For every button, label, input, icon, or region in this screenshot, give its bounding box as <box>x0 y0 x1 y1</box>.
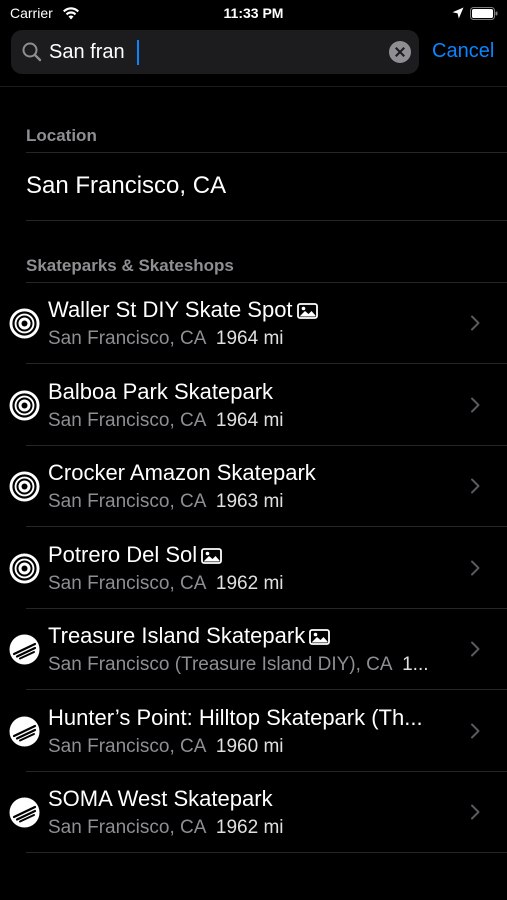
skatepark-city: San Francisco, CA <box>48 817 207 838</box>
skatepark-title-text: Hunter’s Point: Hilltop Skatepark (Th... <box>48 704 423 730</box>
location-arrow-icon <box>452 7 464 19</box>
skatepark-bowl-icon <box>8 389 41 422</box>
chevron-right-icon <box>471 560 480 575</box>
skatepark-title: Crocker Amazon Skatepark <box>48 460 453 486</box>
section-header-skateparks: Skateparks & Skateshops <box>26 256 234 275</box>
clear-search-button[interactable] <box>389 41 411 63</box>
chevron-right-icon <box>471 478 480 494</box>
skatepark-title-text: SOMA West Skatepark <box>48 786 273 811</box>
skatepark-row[interactable]: Balboa Park Skatepark San Francisco, CA 1… <box>0 365 507 446</box>
location-result-label: San Francisco, CA <box>26 172 227 199</box>
chevron-right-icon <box>471 641 480 657</box>
skatepark-subtitle: San Francisco, CA 1964 mi <box>48 328 453 350</box>
skatepark-ramp-icon <box>8 796 41 829</box>
skatepark-ramp-icon <box>8 715 41 748</box>
battery-icon <box>470 7 498 20</box>
skatepark-city: San Francisco, CA <box>48 491 207 512</box>
section-header-location: Location <box>26 126 97 145</box>
skatepark-title: SOMA West Skatepark <box>48 786 453 812</box>
skatepark-bowl-icon <box>8 470 41 503</box>
skatepark-title-text: Balboa Park Skatepark <box>48 378 274 404</box>
search-icon <box>22 42 42 62</box>
skatepark-row[interactable]: Hunter’s Point: Hilltop Skatepark (Th...… <box>0 691 507 772</box>
location-result[interactable]: San Francisco, CA <box>0 153 507 220</box>
skatepark-city: San Francisco (Treasure Island DIY), CA <box>48 654 393 675</box>
status-bar: Carrier 11:33 PM <box>0 0 507 28</box>
skatepark-title-text: Potrero Del Sol <box>48 541 198 567</box>
skatepark-city: San Francisco, CA <box>48 735 207 757</box>
text-cursor <box>137 40 139 65</box>
skatepark-row[interactable]: Treasure Island Skatepark San Francisco (… <box>0 609 507 690</box>
header-divider <box>0 86 507 87</box>
skatepark-row[interactable]: Waller St DIY Skate Spot San Francisco, C… <box>0 283 507 364</box>
skatepark-distance: 1962 mi <box>215 572 284 594</box>
divider <box>26 220 507 221</box>
skatepark-bowl-icon <box>8 552 41 585</box>
skatepark-title-text: Crocker Amazon Skatepark <box>48 460 316 485</box>
skatepark-title: Treasure Island Skatepark <box>48 623 453 649</box>
skatepark-subtitle: San Francisco, CA 1963 mi <box>48 491 453 513</box>
skatepark-title-text: Treasure Island Skatepark <box>48 623 306 648</box>
divider <box>26 852 507 853</box>
chevron-right-icon <box>471 397 480 412</box>
search-input[interactable] <box>49 36 379 68</box>
search-bar <box>11 30 419 74</box>
chevron-right-icon <box>471 723 480 738</box>
cancel-button[interactable]: Cancel <box>432 40 494 63</box>
skatepark-city: San Francisco, CA <box>48 409 207 431</box>
skatepark-city: San Francisco, CA <box>48 328 207 349</box>
skatepark-subtitle: San Francisco, CA 1964 mi <box>48 410 453 432</box>
skatepark-row[interactable]: SOMA West Skatepark San Francisco, CA 196… <box>0 772 507 853</box>
skatepark-subtitle: San Francisco, CA 1962 mi <box>48 573 453 595</box>
skatepark-distance: 1960 mi <box>215 735 284 757</box>
skatepark-title: Potrero Del Sol <box>48 542 453 568</box>
skatepark-distance: 1962 mi <box>215 817 284 838</box>
chevron-right-icon <box>471 804 480 820</box>
skatepark-row[interactable]: Crocker Amazon Skatepark San Francisco, C… <box>0 446 507 527</box>
skatepark-row[interactable]: Potrero Del Sol San Francisco, CA 1962 mi <box>0 528 507 609</box>
chevron-right-icon <box>471 315 480 331</box>
skatepark-city: San Francisco, CA <box>48 572 207 594</box>
photo-icon <box>296 303 318 319</box>
skatepark-subtitle: San Francisco, CA 1960 mi <box>48 736 453 758</box>
skatepark-ramp-icon <box>8 633 41 666</box>
clock-label: 11:33 PM <box>223 5 284 21</box>
skatepark-distance: 1964 mi <box>215 328 284 349</box>
skatepark-distance: 1963 mi <box>215 491 284 512</box>
skatepark-distance: 1964 mi <box>215 409 284 431</box>
skatepark-subtitle: San Francisco (Treasure Island DIY), CA … <box>48 654 453 676</box>
photo-icon <box>201 547 223 564</box>
skatepark-bowl-icon <box>8 307 41 340</box>
photo-icon <box>309 629 331 645</box>
skatepark-distance: 1... <box>402 654 429 675</box>
skatepark-title: Balboa Park Skatepark <box>48 379 453 405</box>
skatepark-title-text: Waller St DIY Skate Spot <box>48 297 293 322</box>
skatepark-subtitle: San Francisco, CA 1962 mi <box>48 817 453 839</box>
skatepark-title: Waller St DIY Skate Spot <box>48 297 453 323</box>
skatepark-title: Hunter’s Point: Hilltop Skatepark (Th... <box>48 705 453 731</box>
